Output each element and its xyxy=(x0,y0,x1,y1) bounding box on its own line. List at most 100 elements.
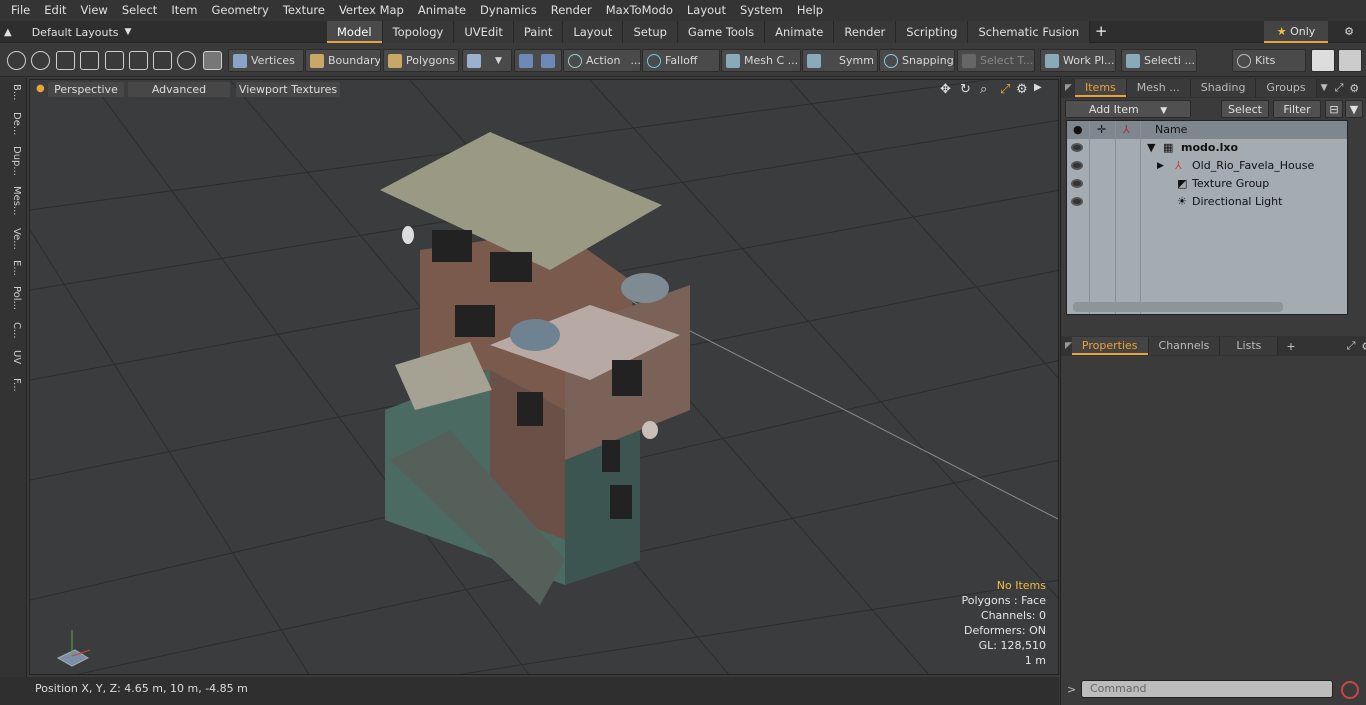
viewport-gear-icon[interactable]: ⚙ xyxy=(1016,82,1028,97)
tab-groups[interactable]: Groups xyxy=(1256,79,1317,97)
symmetry-shields[interactable] xyxy=(514,49,562,72)
tab-layout[interactable]: Layout xyxy=(563,21,624,43)
tab-properties[interactable]: Properties xyxy=(1071,337,1149,355)
funnel-icon[interactable]: ▼ xyxy=(1345,100,1363,118)
menu-help[interactable]: Help xyxy=(790,0,830,21)
menu-dynamics[interactable]: Dynamics xyxy=(473,0,544,21)
eye-icon[interactable] xyxy=(1071,161,1083,170)
pen-icon[interactable] xyxy=(56,51,75,70)
eye-icon[interactable] xyxy=(1071,179,1083,188)
menu-item[interactable]: Item xyxy=(164,0,204,21)
layouts-dropdown[interactable]: ▲ Default Layouts ▼ xyxy=(4,21,131,43)
move-view-icon[interactable]: ✥ xyxy=(940,82,951,97)
menu-system[interactable]: System xyxy=(733,0,790,21)
viewport-textures-button[interactable]: Viewport Textures xyxy=(236,82,340,97)
item-row-scene[interactable]: ▼ ▦ modo.lxo xyxy=(1067,139,1347,157)
menu-render[interactable]: Render xyxy=(544,0,599,21)
advanced-button[interactable]: Advanced xyxy=(128,82,230,97)
menu-layout[interactable]: Layout xyxy=(680,0,733,21)
filter-button[interactable]: Filter xyxy=(1273,100,1321,118)
add-tab-icon[interactable]: + xyxy=(1278,340,1303,353)
only-toggle[interactable]: ★ Only xyxy=(1264,21,1328,43)
snapping-button[interactable]: Snapping xyxy=(879,49,955,72)
snap-grid-icon[interactable] xyxy=(129,51,148,70)
chevron-down-icon[interactable]: ▼ xyxy=(1317,83,1332,93)
tab-items[interactable]: Items xyxy=(1075,79,1127,97)
tab-game-tools[interactable]: Game Tools xyxy=(677,21,766,43)
menu-maxtomodo[interactable]: MaxToModo xyxy=(599,0,680,21)
add-item-button[interactable]: Add Item ▼ xyxy=(1065,100,1191,118)
eye-icon[interactable] xyxy=(1071,197,1083,206)
align-icon[interactable] xyxy=(105,51,124,70)
unity-icon[interactable] xyxy=(1311,49,1335,72)
menu-geometry[interactable]: Geometry xyxy=(205,0,276,21)
left-tab-deform[interactable]: De... xyxy=(4,112,22,135)
menu-select[interactable]: Select xyxy=(115,0,164,21)
rotate-view-icon[interactable]: ↻ xyxy=(960,82,971,97)
3d-viewport[interactable]: ● Perspective Advanced Viewport Textures… xyxy=(29,79,1059,675)
eye-icon[interactable] xyxy=(1071,143,1083,152)
menu-vertex-map[interactable]: Vertex Map xyxy=(332,0,411,21)
left-tab-vertex[interactable]: Ve... xyxy=(4,228,22,250)
tab-mesh[interactable]: Mesh ... xyxy=(1126,79,1191,97)
tab-animate[interactable]: Animate xyxy=(765,21,835,43)
left-tab-basic[interactable]: B... xyxy=(4,84,22,100)
tab-paint[interactable]: Paint xyxy=(513,21,564,43)
panel-gear-icon[interactable]: ⚙ xyxy=(1346,82,1362,95)
rotate-icon[interactable] xyxy=(177,51,196,70)
brush-icon[interactable] xyxy=(80,51,99,70)
item-row-light[interactable]: ☀ Directional Light xyxy=(1067,193,1347,211)
left-tab-duplicate[interactable]: Dup... xyxy=(4,146,22,176)
tab-setup[interactable]: Setup xyxy=(623,21,678,43)
viewport-menu-arrow-icon[interactable]: ▶ xyxy=(1034,82,1042,93)
left-tab-edge[interactable]: E... xyxy=(4,260,22,276)
left-tab-uv[interactable]: UV xyxy=(4,350,22,364)
tab-scripting[interactable]: Scripting xyxy=(896,21,969,43)
vertices-button[interactable]: Vertices xyxy=(228,49,304,72)
circle-select-icon[interactable] xyxy=(7,51,26,70)
gear-icon[interactable]: ⚙ xyxy=(1338,21,1360,43)
menu-view[interactable]: View xyxy=(74,0,115,21)
tab-topology[interactable]: Topology xyxy=(382,21,455,43)
tab-render[interactable]: Render xyxy=(834,21,897,43)
unreal-icon[interactable] xyxy=(1338,49,1362,72)
collapse-icon[interactable]: ⊟ xyxy=(1325,100,1343,118)
command-input[interactable]: Command xyxy=(1081,680,1333,698)
falloff-button[interactable]: Falloff xyxy=(642,49,720,72)
add-tab-icon[interactable]: + xyxy=(1090,21,1112,43)
action-button[interactable]: Action... xyxy=(563,49,641,72)
horizontal-scrollbar[interactable] xyxy=(1073,302,1283,312)
left-tab-curve[interactable]: C... xyxy=(4,322,22,339)
zoom-view-icon[interactable]: ⌕ xyxy=(980,82,987,97)
selection-sets-button[interactable]: Selecti ... xyxy=(1121,49,1197,72)
tab-schematic-fusion[interactable]: Schematic Fusion xyxy=(968,21,1091,43)
record-icon[interactable] xyxy=(1341,681,1359,699)
square-circle-icon[interactable] xyxy=(153,51,172,70)
boundary-button[interactable]: Boundary xyxy=(305,49,381,72)
tab-shading[interactable]: Shading xyxy=(1190,79,1257,97)
menu-texture[interactable]: Texture xyxy=(276,0,332,21)
expand-panel-icon[interactable]: ⤢ xyxy=(1344,339,1359,353)
item-row-texture-group[interactable]: ◩ Texture Group xyxy=(1067,175,1347,193)
polygons-button[interactable]: Polygons xyxy=(383,49,459,72)
tab-lists[interactable]: Lists xyxy=(1220,337,1279,355)
cube-icon[interactable] xyxy=(203,51,222,70)
expand-panel-icon[interactable]: ⤢ xyxy=(1332,81,1347,95)
left-tab-polygon[interactable]: Pol... xyxy=(4,286,22,310)
select-through-button[interactable]: Select T... xyxy=(957,49,1035,72)
perspective-button[interactable]: Perspective xyxy=(48,82,124,97)
collapsed-arrow-icon[interactable]: ▶ xyxy=(1157,157,1164,175)
select-button[interactable]: Select xyxy=(1221,100,1269,118)
tab-channels[interactable]: Channels xyxy=(1148,337,1221,355)
panel-gear-icon[interactable]: ⚙ xyxy=(1358,340,1366,353)
mesh-constraint-button[interactable]: Mesh C ... xyxy=(721,49,801,72)
item-row-mesh[interactable]: ▶ ⅄ Old_Rio_Favela_House xyxy=(1067,157,1347,175)
left-tab-mesh-edit[interactable]: Mes... xyxy=(4,186,22,216)
work-plane-button[interactable]: Work Pl... xyxy=(1040,49,1116,72)
symmetry-button[interactable]: Symm ... xyxy=(802,49,878,72)
menu-edit[interactable]: Edit xyxy=(37,0,73,21)
left-tab-fusion[interactable]: F... xyxy=(4,378,22,392)
maximize-view-icon[interactable]: ⤢ xyxy=(1000,82,1010,97)
globe-icon[interactable] xyxy=(31,51,50,70)
item-mode-dropdown[interactable]: ▼ xyxy=(462,49,512,72)
